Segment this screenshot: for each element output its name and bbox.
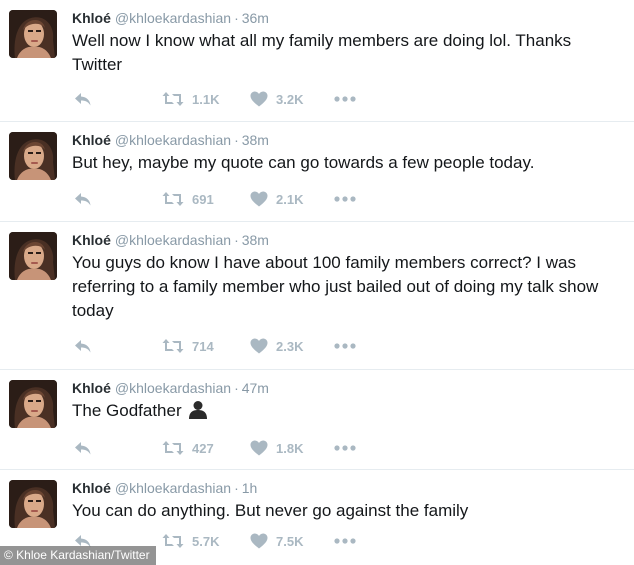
reply-icon — [75, 442, 91, 455]
timestamp[interactable]: 38m — [242, 232, 269, 248]
tweet-actions: 691 2.1K — [72, 189, 412, 209]
tweet-actions: 1.1K 3.2K — [72, 89, 412, 109]
retweet-icon — [162, 92, 184, 106]
tweet-actions: 427 1.8K — [72, 438, 412, 458]
like-count: 2.3K — [276, 338, 304, 354]
reply-icon — [75, 93, 91, 106]
author-name[interactable]: Khloé — [72, 232, 111, 248]
author-handle[interactable]: @khloekardashian — [115, 380, 231, 396]
reply-icon — [75, 193, 91, 206]
reply-button[interactable] — [74, 336, 92, 356]
tweet-text: You guys do know I have about 100 family… — [72, 253, 599, 320]
retweet-icon — [162, 339, 184, 353]
reply-button[interactable] — [74, 189, 92, 209]
more-dots-icon — [334, 445, 356, 451]
more-button[interactable] — [334, 438, 356, 458]
tweet-text-container: The Godfather — [72, 399, 622, 426]
like-count: 3.2K — [276, 91, 304, 107]
like-button[interactable]: 3.2K — [250, 89, 303, 109]
tweet[interactable]: Khloé @khloekardashian · 38m But hey, maybe… — [0, 122, 634, 222]
retweet-icon — [162, 441, 184, 455]
retweet-count: 1.1K — [192, 91, 220, 107]
tweet-header: Khloé @khloekardashian · 38m — [72, 231, 269, 249]
like-count: 1.8K — [276, 440, 304, 456]
tweet-text: Well now I know what all my family membe… — [72, 31, 572, 74]
photo-credit: © Khloe Kardashian/Twitter — [0, 546, 156, 565]
more-button[interactable] — [334, 336, 356, 356]
timestamp[interactable]: 47m — [242, 380, 269, 396]
retweet-count: 427 — [192, 440, 214, 456]
avatar[interactable] — [9, 232, 57, 280]
avatar[interactable] — [9, 480, 57, 528]
tweet-text: You can do anything. But never go agains… — [72, 501, 469, 520]
author-name[interactable]: Khloé — [72, 10, 111, 26]
avatar[interactable] — [9, 380, 57, 428]
tweet-header: Khloé @khloekardashian · 38m — [72, 131, 269, 149]
heart-icon — [250, 191, 268, 207]
retweet-button[interactable]: 1.1K — [162, 89, 219, 109]
bust-in-silhouette-icon — [188, 399, 208, 426]
more-dots-icon — [334, 96, 356, 102]
tweet-header: Khloé @khloekardashian · 36m — [72, 9, 269, 27]
like-count: 7.5K — [276, 533, 304, 549]
heart-icon — [250, 533, 268, 549]
author-name[interactable]: Khloé — [72, 480, 111, 496]
retweet-count: 714 — [192, 338, 214, 354]
avatar[interactable] — [9, 10, 57, 58]
like-button[interactable]: 7.5K — [250, 531, 303, 551]
more-dots-icon — [334, 196, 356, 202]
heart-icon — [250, 338, 268, 354]
more-dots-icon — [334, 538, 356, 544]
retweet-button[interactable]: 5.7K — [162, 531, 219, 551]
more-button[interactable] — [334, 189, 356, 209]
separator-dot: · — [234, 10, 239, 26]
author-handle[interactable]: @khloekardashian — [115, 10, 231, 26]
separator-dot: · — [234, 232, 239, 248]
retweet-button[interactable]: 691 — [162, 189, 214, 209]
reply-button[interactable] — [74, 438, 92, 458]
tweet-text: The Godfather — [72, 401, 182, 420]
author-handle[interactable]: @khloekardashian — [115, 232, 231, 248]
tweet-feed: Khloé @khloekardashian · 36m Well now I kno… — [0, 0, 634, 565]
tweet-header: Khloé @khloekardashian · 1h — [72, 479, 257, 497]
tweet[interactable]: Khloé @khloekardashian · 47m The Godfather … — [0, 370, 634, 470]
heart-icon — [250, 91, 268, 107]
separator-dot: · — [234, 132, 239, 148]
heart-icon — [250, 440, 268, 456]
tweet[interactable]: Khloé @khloekardashian · 38m You guys do kn… — [0, 222, 634, 370]
more-dots-icon — [334, 343, 356, 349]
like-count: 2.1K — [276, 191, 304, 207]
retweet-count: 5.7K — [192, 533, 220, 549]
separator-dot: · — [234, 480, 239, 496]
timestamp[interactable]: 1h — [242, 480, 258, 496]
reply-icon — [75, 340, 91, 353]
timestamp[interactable]: 38m — [242, 132, 269, 148]
more-button[interactable] — [334, 531, 356, 551]
reply-button[interactable] — [74, 89, 92, 109]
author-name[interactable]: Khloé — [72, 132, 111, 148]
author-name[interactable]: Khloé — [72, 380, 111, 396]
like-button[interactable]: 1.8K — [250, 438, 303, 458]
avatar[interactable] — [9, 132, 57, 180]
like-button[interactable]: 2.1K — [250, 189, 303, 209]
like-button[interactable]: 2.3K — [250, 336, 303, 356]
retweet-count: 691 — [192, 191, 214, 207]
timestamp[interactable]: 36m — [242, 10, 269, 26]
tweet[interactable]: Khloé @khloekardashian · 36m Well now I kno… — [0, 0, 634, 122]
retweet-button[interactable]: 427 — [162, 438, 214, 458]
tweet-header: Khloé @khloekardashian · 47m — [72, 379, 269, 397]
retweet-icon — [162, 534, 184, 548]
tweet-actions: 714 2.3K — [72, 336, 412, 356]
author-handle[interactable]: @khloekardashian — [115, 480, 231, 496]
more-button[interactable] — [334, 89, 356, 109]
author-handle[interactable]: @khloekardashian — [115, 132, 231, 148]
separator-dot: · — [234, 380, 239, 396]
tweet-text: But hey, maybe my quote can go towards a… — [72, 153, 535, 172]
retweet-icon — [162, 192, 184, 206]
retweet-button[interactable]: 714 — [162, 336, 214, 356]
